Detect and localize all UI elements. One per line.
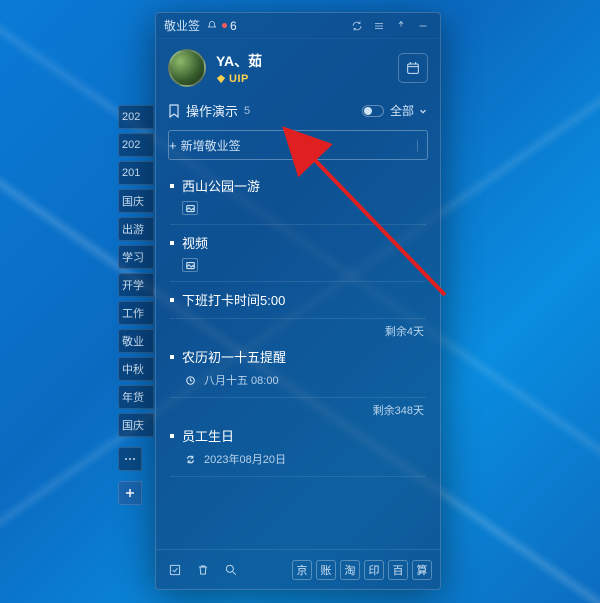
pin-icon[interactable]	[392, 17, 410, 35]
side-tab[interactable]: 201	[118, 161, 154, 185]
side-tab[interactable]: 工作	[118, 301, 154, 325]
more-tabs-button[interactable]	[118, 447, 142, 471]
chevron-down-icon[interactable]	[418, 106, 428, 116]
repeat-icon	[182, 452, 198, 466]
brand-shortcut[interactable]: 账	[316, 560, 336, 580]
calendar-icon	[405, 60, 421, 76]
brand-shortcuts: 京 账 淘 印 百 算	[292, 560, 432, 580]
diamond-icon	[216, 74, 226, 84]
brand-shortcut[interactable]: 算	[412, 560, 432, 580]
bullet-icon	[170, 355, 174, 359]
sync-icon[interactable]	[348, 17, 366, 35]
section-count: 5	[244, 105, 250, 117]
menu-icon[interactable]	[370, 17, 388, 35]
clock-icon	[182, 373, 198, 387]
item-meta-text: 八月十五 08:00	[204, 372, 279, 388]
bottom-toolbar: 京 账 淘 印 百 算	[156, 549, 440, 589]
list-item[interactable]: 农历初一十五提醒 八月十五 08:00	[160, 339, 436, 398]
bullet-icon	[170, 184, 174, 188]
note-list: 西山公园一游 视频 下班打卡时间5:00 剩余4天 农历初一十五提醒 八月十五 …	[156, 168, 440, 549]
side-tab[interactable]: 国庆	[118, 189, 154, 213]
avatar[interactable]	[168, 49, 206, 87]
remaining-label: 剩余348天	[160, 398, 436, 418]
side-tab[interactable]: 学习	[118, 245, 154, 269]
remaining-label: 剩余4天	[160, 319, 436, 339]
image-icon	[182, 258, 198, 272]
brand-shortcut[interactable]: 淘	[340, 560, 360, 580]
item-title: 下班打卡时间5:00	[182, 290, 285, 309]
section-header: 操作演示 5 全部	[156, 95, 440, 126]
filter-toggle[interactable]	[362, 105, 384, 117]
item-title: 西山公园一游	[182, 176, 260, 195]
bookmark-icon	[168, 104, 180, 118]
bullet-icon	[170, 434, 174, 438]
bullet-icon	[170, 241, 174, 245]
item-title: 视频	[182, 233, 208, 252]
section-title: 操作演示	[186, 101, 238, 120]
filter-label[interactable]: 全部	[390, 102, 414, 119]
brand-shortcut[interactable]: 百	[388, 560, 408, 580]
minimize-icon[interactable]	[414, 17, 432, 35]
profile-row: YA、茹 UIP	[156, 39, 440, 95]
list-item[interactable]: 视频	[160, 225, 436, 282]
username: YA、茹	[216, 51, 262, 71]
notification-indicator[interactable]: 6	[206, 19, 237, 33]
side-tab[interactable]: 出游	[118, 217, 154, 241]
side-tab[interactable]: 中秋	[118, 357, 154, 381]
app-panel: 敬业签 6 YA、茹 UIP 操作演示 5 全部	[155, 12, 441, 590]
list-item[interactable]: 西山公园一游	[160, 168, 436, 225]
item-title: 农历初一十五提醒	[182, 347, 286, 366]
trash-button[interactable]	[192, 559, 214, 581]
side-tab[interactable]: 开学	[118, 273, 154, 297]
brand-shortcut[interactable]: 京	[292, 560, 312, 580]
side-tab[interactable]: 202	[118, 133, 154, 157]
side-tab[interactable]: 202	[118, 105, 154, 129]
side-tab[interactable]: 国庆	[118, 413, 154, 437]
bullet-icon	[170, 298, 174, 302]
calendar-button[interactable]	[398, 53, 428, 83]
vip-badge: UIP	[216, 73, 262, 85]
image-icon	[182, 201, 198, 215]
titlebar: 敬业签 6	[156, 13, 440, 39]
item-title: 员工生日	[182, 426, 234, 445]
plus-icon: +	[169, 138, 177, 153]
divider: |	[416, 138, 419, 152]
list-item[interactable]: 员工生日 2023年08月20日	[160, 418, 436, 477]
app-name: 敬业签	[164, 17, 200, 34]
add-note-button[interactable]: + 新增敬业签 |	[168, 130, 428, 160]
bell-icon	[206, 20, 218, 32]
left-tab-strip: 202 202 201 国庆 出游 学习 开学 工作 敬业 中秋 年货 国庆	[118, 105, 154, 505]
complete-button[interactable]	[164, 559, 186, 581]
list-item[interactable]: 下班打卡时间5:00	[160, 282, 436, 319]
add-note-label: 新增敬业签	[181, 137, 241, 154]
item-meta-text: 2023年08月20日	[204, 451, 286, 467]
side-tab[interactable]: 敬业	[118, 329, 154, 353]
notification-dot	[222, 23, 227, 28]
add-tab-button[interactable]	[118, 481, 142, 505]
search-button[interactable]	[220, 559, 242, 581]
side-tab[interactable]: 年货	[118, 385, 154, 409]
notification-count: 6	[230, 19, 237, 33]
brand-shortcut[interactable]: 印	[364, 560, 384, 580]
